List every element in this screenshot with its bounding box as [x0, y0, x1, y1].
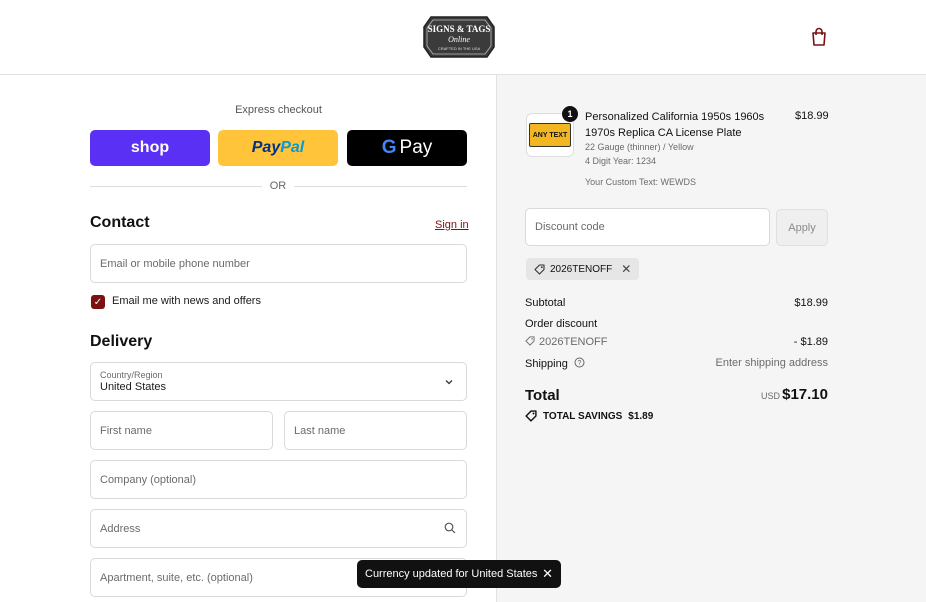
total-label: Total [525, 387, 560, 404]
shop-pay-label: shop [130, 139, 170, 156]
savings-label: TOTAL SAVINGS [543, 410, 623, 422]
svg-text:?: ? [577, 360, 581, 367]
first-name-field[interactable] [100, 424, 272, 437]
last-name-container [284, 411, 467, 450]
currency-code: USD [761, 391, 781, 401]
license-plate-image: ANY TEXT [529, 123, 571, 147]
address-field[interactable] [100, 522, 466, 535]
shop-pay-button[interactable]: shop [90, 130, 210, 166]
subtotal-label: Subtotal [525, 297, 566, 309]
newsletter-label: Email me with news and offers [112, 295, 261, 307]
discount-value: - $1.89 [793, 336, 828, 348]
delivery-heading: Delivery [90, 333, 153, 350]
apply-discount-button[interactable]: Apply [776, 209, 828, 246]
tag-icon [534, 263, 545, 275]
tag-icon [525, 410, 537, 422]
currency-toast: Currency updated for United States ✕ [357, 560, 561, 588]
first-name-container [90, 411, 273, 450]
company-field[interactable] [100, 473, 466, 486]
email-field[interactable] [100, 257, 466, 270]
last-name-field[interactable] [294, 424, 466, 437]
order-summary-panel: ANY TEXT 1 Personalized California 1950s… [497, 75, 926, 602]
address-container [90, 509, 467, 548]
svg-text:SIGNS & TAGS: SIGNS & TAGS [428, 24, 491, 34]
sign-in-link[interactable]: Sign in [435, 219, 469, 231]
help-circle-icon[interactable]: ? [574, 357, 585, 368]
search-icon [444, 522, 456, 534]
discount-code-container [525, 208, 770, 246]
paypal-logo: PayPal [251, 139, 305, 156]
google-pay-button[interactable]: G Pay [347, 130, 467, 166]
country-label: Country/Region [100, 370, 163, 380]
product-title: Personalized California 1950s 1960s 1970… [585, 111, 765, 139]
company-container [90, 460, 467, 499]
signs-and-tags-logo[interactable]: SIGNS & TAGS Online CRAFTED IN THE USA [423, 15, 495, 59]
remove-discount-icon[interactable]: ✕ [621, 262, 631, 276]
total-value: $17.10 [782, 386, 828, 403]
savings-value: $1.89 [628, 410, 654, 422]
header: SIGNS & TAGS Online CRAFTED IN THE USA [0, 0, 926, 75]
country-value: United States [100, 381, 167, 393]
applied-code-label: 2026TENOFF [550, 263, 613, 275]
product-price: $18.99 [795, 110, 829, 122]
express-checkout-title: Express checkout [235, 104, 322, 116]
close-icon[interactable]: ✕ [542, 566, 553, 582]
contact-heading: Contact [90, 214, 150, 231]
country-select[interactable]: Country/Region United States [90, 362, 467, 401]
newsletter-checkbox[interactable]: ✓ [91, 295, 105, 309]
svg-text:CRAFTED IN THE USA: CRAFTED IN THE USA [438, 46, 481, 51]
product-custom-text: Your Custom Text: WEWDS [585, 177, 697, 187]
order-discount-label: Order discount [525, 318, 598, 330]
discount-code-text: 2026TENOFF [539, 336, 608, 348]
subtotal-value: $18.99 [794, 297, 828, 309]
shipping-label: Shipping [525, 358, 568, 370]
email-field-container [90, 244, 467, 283]
google-g-icon: G [381, 137, 397, 158]
shopping-bag-icon[interactable] [810, 27, 828, 47]
paypal-button[interactable]: PayPal [218, 130, 338, 166]
toast-message: Currency updated for United States [365, 568, 538, 580]
product-digit-year: 4 Digit Year: 1234 [585, 156, 657, 166]
discount-code-field[interactable] [535, 221, 769, 233]
total-savings-row: TOTAL SAVINGS $1.89 [525, 410, 653, 422]
shipping-value: Enter shipping address [715, 357, 828, 369]
quantity-badge: 1 [562, 106, 578, 122]
shipping-label-row: Shipping ? [525, 357, 585, 370]
checkout-form-panel: Express checkout shop PayPal G Pay OR Co… [0, 75, 497, 602]
applied-discount-chip: 2026TENOFF ✕ [526, 258, 640, 280]
tag-icon [525, 336, 535, 346]
chevron-down-icon [445, 380, 453, 385]
google-pay-label: Pay [399, 137, 433, 158]
product-variant: 22 Gauge (thinner) / Yellow [585, 142, 694, 152]
discount-code-line: 2026TENOFF [525, 336, 607, 348]
svg-text:Online: Online [448, 35, 470, 44]
or-divider-label: OR [262, 180, 294, 192]
